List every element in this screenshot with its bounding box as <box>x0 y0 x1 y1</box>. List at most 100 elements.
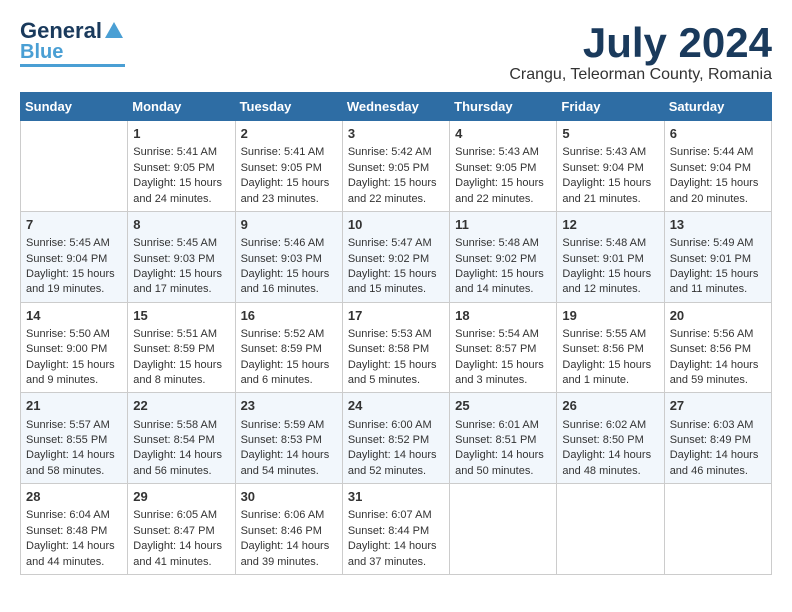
day-number: 20 <box>670 307 766 325</box>
day-number: 12 <box>562 216 658 234</box>
day-info-line: Daylight: 15 hours <box>348 176 444 191</box>
day-info-line: Sunset: 8:56 PM <box>670 342 766 357</box>
day-number: 30 <box>241 488 337 506</box>
day-number: 19 <box>562 307 658 325</box>
day-info-line: Sunrise: 6:07 AM <box>348 508 444 523</box>
day-info-line: and 22 minutes. <box>455 192 551 207</box>
day-info-line: Sunset: 9:00 PM <box>26 342 122 357</box>
day-info-line: Sunset: 8:46 PM <box>241 524 337 539</box>
day-info-line: Sunset: 9:04 PM <box>562 161 658 176</box>
day-number: 2 <box>241 125 337 143</box>
day-number: 22 <box>133 397 229 415</box>
day-info-line: Sunset: 9:05 PM <box>348 161 444 176</box>
day-info-line: Sunset: 9:02 PM <box>455 252 551 267</box>
day-info-line: Sunrise: 5:47 AM <box>348 236 444 251</box>
day-info-line: Sunrise: 5:45 AM <box>26 236 122 251</box>
day-info-line: and 14 minutes. <box>455 282 551 297</box>
calendar-cell <box>450 484 557 575</box>
day-info-line: Daylight: 14 hours <box>241 448 337 463</box>
day-number: 23 <box>241 397 337 415</box>
day-info-line: and 11 minutes. <box>670 282 766 297</box>
day-info-line: Sunrise: 6:04 AM <box>26 508 122 523</box>
week-row-1: 7 Sunrise: 5:45 AMSunset: 9:04 PM Daylight… <box>21 211 772 302</box>
day-info-line: Daylight: 15 hours <box>562 358 658 373</box>
logo: General Blue <box>20 20 125 67</box>
day-number: 7 <box>26 216 122 234</box>
day-info-line: Sunset: 8:49 PM <box>670 433 766 448</box>
day-info-line: and 5 minutes. <box>348 373 444 388</box>
day-info-line: Sunrise: 5:43 AM <box>562 145 658 160</box>
day-number: 28 <box>26 488 122 506</box>
day-info-line: and 21 minutes. <box>562 192 658 207</box>
day-info-line: and 8 minutes. <box>133 373 229 388</box>
day-info-line: Daylight: 14 hours <box>348 448 444 463</box>
day-info-line: and 56 minutes. <box>133 464 229 479</box>
day-info-line: Sunset: 9:02 PM <box>348 252 444 267</box>
day-number: 1 <box>133 125 229 143</box>
day-info-line: Sunrise: 5:53 AM <box>348 327 444 342</box>
day-number: 16 <box>241 307 337 325</box>
calendar-cell: 28Sunrise: 6:04 AMSunset: 8:48 PMDayligh… <box>21 484 128 575</box>
day-info-line: Daylight: 15 hours <box>670 267 766 282</box>
day-info-line: Sunset: 8:55 PM <box>26 433 122 448</box>
day-info-line: Daylight: 15 hours <box>241 176 337 191</box>
day-info-line: Daylight: 14 hours <box>133 539 229 554</box>
weekday-header-wednesday: Wednesday <box>342 93 449 121</box>
logo-general: General <box>20 20 102 42</box>
day-info-line: and 23 minutes. <box>241 192 337 207</box>
calendar-cell: 17Sunrise: 5:53 AMSunset: 8:58 PMDayligh… <box>342 302 449 393</box>
day-info-line: Sunset: 8:53 PM <box>241 433 337 448</box>
day-info-line: Sunrise: 5:48 AM <box>562 236 658 251</box>
day-info-line: Daylight: 14 hours <box>26 448 122 463</box>
day-info-line: Sunset: 9:05 PM <box>133 161 229 176</box>
day-info-line: and 3 minutes. <box>455 373 551 388</box>
weekday-header-saturday: Saturday <box>664 93 771 121</box>
day-info-line: Sunrise: 6:01 AM <box>455 418 551 433</box>
day-info-line: Sunset: 9:04 PM <box>670 161 766 176</box>
day-info-line: Daylight: 15 hours <box>133 176 229 191</box>
day-number: 8 <box>133 216 229 234</box>
calendar-cell: 5Sunrise: 5:43 AMSunset: 9:04 PMDaylight… <box>557 121 664 212</box>
day-info-line: Daylight: 14 hours <box>670 358 766 373</box>
day-info-line: Sunrise: 5:46 AM <box>241 236 337 251</box>
calendar-cell: 7Sunrise: 5:45 AMSunset: 9:04 PMDaylight… <box>21 211 128 302</box>
day-info-line: and 1 minute. <box>562 373 658 388</box>
title-area: July 2024 Crangu, Teleorman County, Roma… <box>509 20 772 84</box>
day-info-line: Daylight: 14 hours <box>26 539 122 554</box>
day-info-line: and 44 minutes. <box>26 555 122 570</box>
day-info-line: Daylight: 15 hours <box>348 267 444 282</box>
week-row-2: 14Sunrise: 5:50 AMSunset: 9:00 PMDayligh… <box>21 302 772 393</box>
day-info-line: Sunrise: 5:49 AM <box>670 236 766 251</box>
calendar-cell <box>557 484 664 575</box>
logo-icon <box>103 20 125 42</box>
day-info-line: Sunrise: 6:02 AM <box>562 418 658 433</box>
day-info-line: Daylight: 14 hours <box>455 448 551 463</box>
calendar-cell: 25Sunrise: 6:01 AMSunset: 8:51 PMDayligh… <box>450 393 557 484</box>
day-number: 24 <box>348 397 444 415</box>
day-info-line: and 12 minutes. <box>562 282 658 297</box>
day-info-line: Sunset: 8:51 PM <box>455 433 551 448</box>
day-info-line: and 15 minutes. <box>348 282 444 297</box>
day-info-line: Sunset: 9:04 PM <box>26 252 122 267</box>
day-info-line: Sunrise: 6:05 AM <box>133 508 229 523</box>
day-info-line: Daylight: 15 hours <box>133 358 229 373</box>
day-number: 31 <box>348 488 444 506</box>
day-info-line: Sunset: 8:56 PM <box>562 342 658 357</box>
weekday-header-thursday: Thursday <box>450 93 557 121</box>
day-info-line: and 24 minutes. <box>133 192 229 207</box>
day-number: 17 <box>348 307 444 325</box>
day-info-line: Daylight: 15 hours <box>670 176 766 191</box>
day-number: 3 <box>348 125 444 143</box>
calendar-cell: 12Sunrise: 5:48 AMSunset: 9:01 PMDayligh… <box>557 211 664 302</box>
day-info-line: Sunrise: 5:48 AM <box>455 236 551 251</box>
calendar-cell: 14Sunrise: 5:50 AMSunset: 9:00 PMDayligh… <box>21 302 128 393</box>
calendar-cell: 20Sunrise: 5:56 AMSunset: 8:56 PMDayligh… <box>664 302 771 393</box>
header: General Blue July 2024 Crangu, Teleorman… <box>20 20 772 84</box>
day-number: 27 <box>670 397 766 415</box>
day-info-line: Daylight: 14 hours <box>241 539 337 554</box>
location-title: Crangu, Teleorman County, Romania <box>509 66 772 84</box>
month-title: July 2024 <box>509 20 772 66</box>
day-info-line: Sunset: 9:01 PM <box>562 252 658 267</box>
calendar-cell: 8Sunrise: 5:45 AMSunset: 9:03 PMDaylight… <box>128 211 235 302</box>
day-info-line: and 50 minutes. <box>455 464 551 479</box>
